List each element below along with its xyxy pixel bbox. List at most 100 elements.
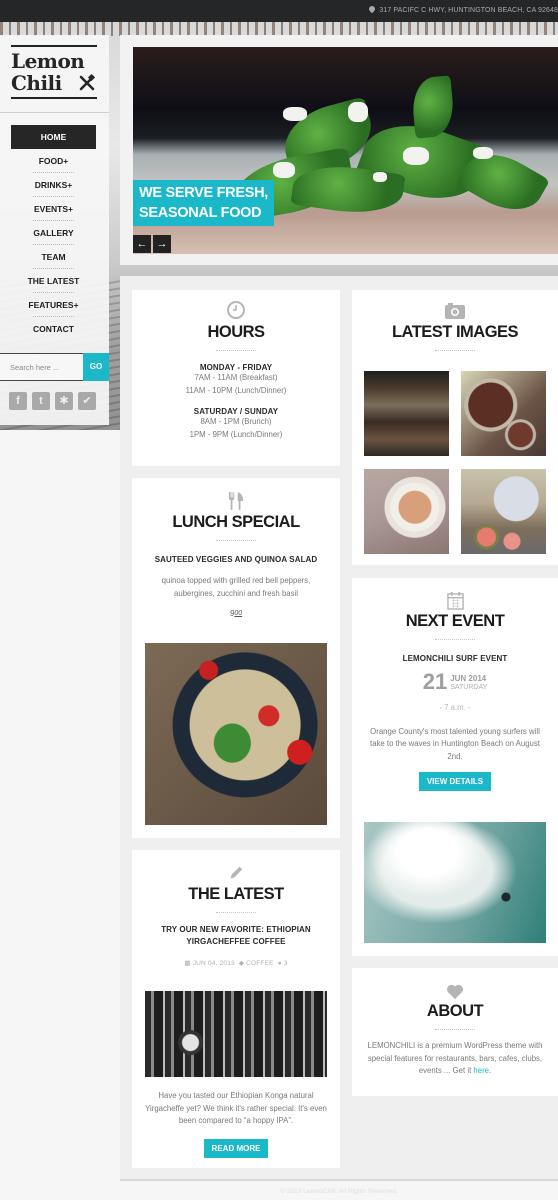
address-text: 317 PACIFC C HWY, HUNTINGTON BEACH, CA 9… (379, 7, 558, 14)
about-title: ABOUT (426, 1002, 484, 1020)
read-more-wrap: READ MORE (132, 1138, 340, 1158)
hero-slider: WE SERVE FRESH, SEASONAL FOOD ← → (120, 35, 558, 265)
latest-images-card: LATEST IMAGES (352, 290, 558, 565)
arrow-right-icon[interactable]: → (153, 235, 171, 253)
post-title[interactable]: TRY OUR NEW FAVORITE: ETHIOPIAN YIRGACHE… (132, 924, 340, 948)
social-links: f t ✱ ✔ (9, 392, 96, 410)
nav-item-home[interactable]: HOME (11, 125, 96, 149)
hours-line: 7AM - 11AM (Breakfast) (194, 373, 278, 382)
caption-line-2: SEASONAL FOOD (139, 205, 262, 221)
latest-images-title: LATEST IMAGES (391, 323, 519, 341)
event-day: 21 (422, 669, 448, 694)
gallery-thumb-ground-coffee[interactable] (461, 371, 546, 456)
foursquare-icon[interactable]: ✔ (78, 392, 96, 410)
price: 900 (132, 609, 340, 618)
facebook-icon[interactable]: f (9, 392, 27, 410)
fork-knife-icon (228, 492, 244, 510)
calendar-icon: ▦ (184, 960, 191, 967)
title-divider (435, 1029, 475, 1030)
calendar-icon (446, 592, 464, 610)
title-divider (435, 639, 475, 640)
arrow-left-icon[interactable]: ← (133, 235, 151, 253)
footer-copyright: © 2013 LemonChili. All Rights Reserved. (280, 1188, 398, 1195)
price-cents: 00 (234, 610, 243, 617)
gallery-thumb-cheese-figs[interactable] (461, 469, 546, 554)
about-text: LEMONCHILI is a premium WordPress theme … (352, 1040, 558, 1078)
post-title-line: YIRGACHEFFEE COFFEE (186, 937, 286, 946)
event-photo-surfer (364, 822, 546, 943)
clock-icon (227, 301, 245, 319)
map-pin-icon (368, 4, 377, 14)
post-photo-espresso-machine (145, 991, 327, 1077)
hours-line: 1PM - 9PM (Lunch/Dinner) (189, 429, 283, 439)
post-title-line: TRY OUR NEW FAVORITE: ETHIOPIAN (161, 925, 311, 934)
hours-card: HOURS MONDAY - FRIDAY 7AM - 11AM (Breakf… (132, 290, 340, 466)
event-time: - 7 a.m. - (439, 703, 471, 712)
about-card: ABOUT LEMONCHILI is a premium WordPress … (352, 968, 558, 1096)
dish-description: quinoa topped with grilled red bell pepp… (132, 575, 340, 600)
post-meta: ▦ JUN 04, 2013 ◆ COFFEE ● 3 (132, 959, 340, 967)
post-date: JUN 04, 2013 (192, 960, 235, 967)
about-period: . (489, 1066, 492, 1075)
nav-item-team[interactable]: TEAM (11, 245, 96, 269)
slider-arrows: ← → (133, 235, 171, 253)
logo-line-2: Chili (11, 71, 62, 95)
hours-title: HOURS (207, 323, 265, 341)
title-divider (435, 350, 475, 351)
nav-item-features[interactable]: FEATURES+ (11, 293, 96, 317)
sidebar: Lemon Chili HOME FOOD+ DRINKS+ EVENTS+ G… (0, 35, 109, 425)
caption-line-1: WE SERVE FRESH, (139, 185, 268, 201)
event-month-block: JUN 2014 SATURDAY (450, 674, 487, 692)
event-name: LEMONCHILI SURF EVENT (402, 654, 508, 663)
slide-caption: WE SERVE FRESH, SEASONAL FOOD (133, 180, 274, 226)
view-details-wrap: VIEW DETAILS (352, 771, 558, 791)
search-form: GO (0, 353, 109, 381)
lunch-special-card: LUNCH SPECIAL SAUTEED VEGGIES AND QUINOA… (132, 478, 340, 838)
gallery-thumb-coffee-jars[interactable] (364, 371, 449, 456)
title-divider (216, 912, 256, 913)
the-latest-card: THE LATEST TRY OUR NEW FAVORITE: ETHIOPI… (132, 850, 340, 1168)
main-nav: HOME FOOD+ DRINKS+ EVENTS+ GALLERY TEAM … (11, 125, 96, 341)
gallery-thumb-latte[interactable] (364, 469, 449, 554)
top-bar: 317 PACIFC C HWY, HUNTINGTON BEACH, CA 9… (0, 0, 558, 22)
next-event-card: NEXT EVENT LEMONCHILI SURF EVENT 21 JUN … (352, 578, 558, 956)
logo-line-1: Lemon (11, 49, 85, 73)
next-event-title: NEXT EVENT (405, 612, 505, 630)
event-description: Orange County's most talented young surf… (370, 726, 540, 761)
about-here-link[interactable]: here (473, 1066, 489, 1075)
post-excerpt: Have you tasted our Ethiopian Konga natu… (145, 1091, 327, 1125)
lunch-special-title: LUNCH SPECIAL (172, 513, 300, 531)
search-go-button[interactable]: GO (83, 353, 109, 381)
nav-item-the-latest[interactable]: THE LATEST (11, 269, 96, 293)
event-date: 21 JUN 2014 SATURDAY (352, 671, 558, 693)
description-line: quinoa topped with grilled red bell pepp… (161, 576, 311, 585)
event-weekday: SATURDAY (450, 684, 488, 691)
nav-item-drinks[interactable]: DRINKS+ (11, 173, 96, 197)
event-month-year: JUN 2014 (450, 674, 487, 683)
view-details-button[interactable]: VIEW DETAILS (418, 772, 492, 791)
nav-item-events[interactable]: EVENTS+ (11, 197, 96, 221)
post-comments[interactable]: 3 (284, 960, 288, 967)
about-body: LEMONCHILI is a premium WordPress theme … (367, 1041, 543, 1075)
search-input[interactable] (0, 354, 82, 380)
read-more-button[interactable]: READ MORE (203, 1139, 269, 1158)
comment-icon: ● (277, 960, 282, 967)
heart-icon (447, 984, 463, 1000)
title-divider (216, 540, 256, 541)
camera-icon (445, 303, 465, 319)
title-divider (216, 350, 256, 351)
dish-photo-quinoa-salad (145, 643, 327, 825)
nav-item-food[interactable]: FOOD+ (11, 149, 96, 173)
yelp-icon[interactable]: ✱ (55, 392, 73, 410)
post-category[interactable]: COFFEE (246, 960, 274, 967)
nav-item-contact[interactable]: CONTACT (11, 317, 96, 341)
description-line: aubergines, zucchini and fresh basil (174, 588, 298, 598)
fork-knife-crossed-icon (79, 74, 96, 91)
weekend-label: SATURDAY / SUNDAY (193, 407, 279, 416)
divider (0, 112, 109, 113)
pencil-icon (230, 866, 243, 879)
nav-item-gallery[interactable]: GALLERY (11, 221, 96, 245)
twitter-icon[interactable]: t (32, 392, 50, 410)
hours-line: 11AM - 10PM (Lunch/Dinner) (185, 385, 287, 395)
logo[interactable]: Lemon Chili (11, 45, 97, 99)
